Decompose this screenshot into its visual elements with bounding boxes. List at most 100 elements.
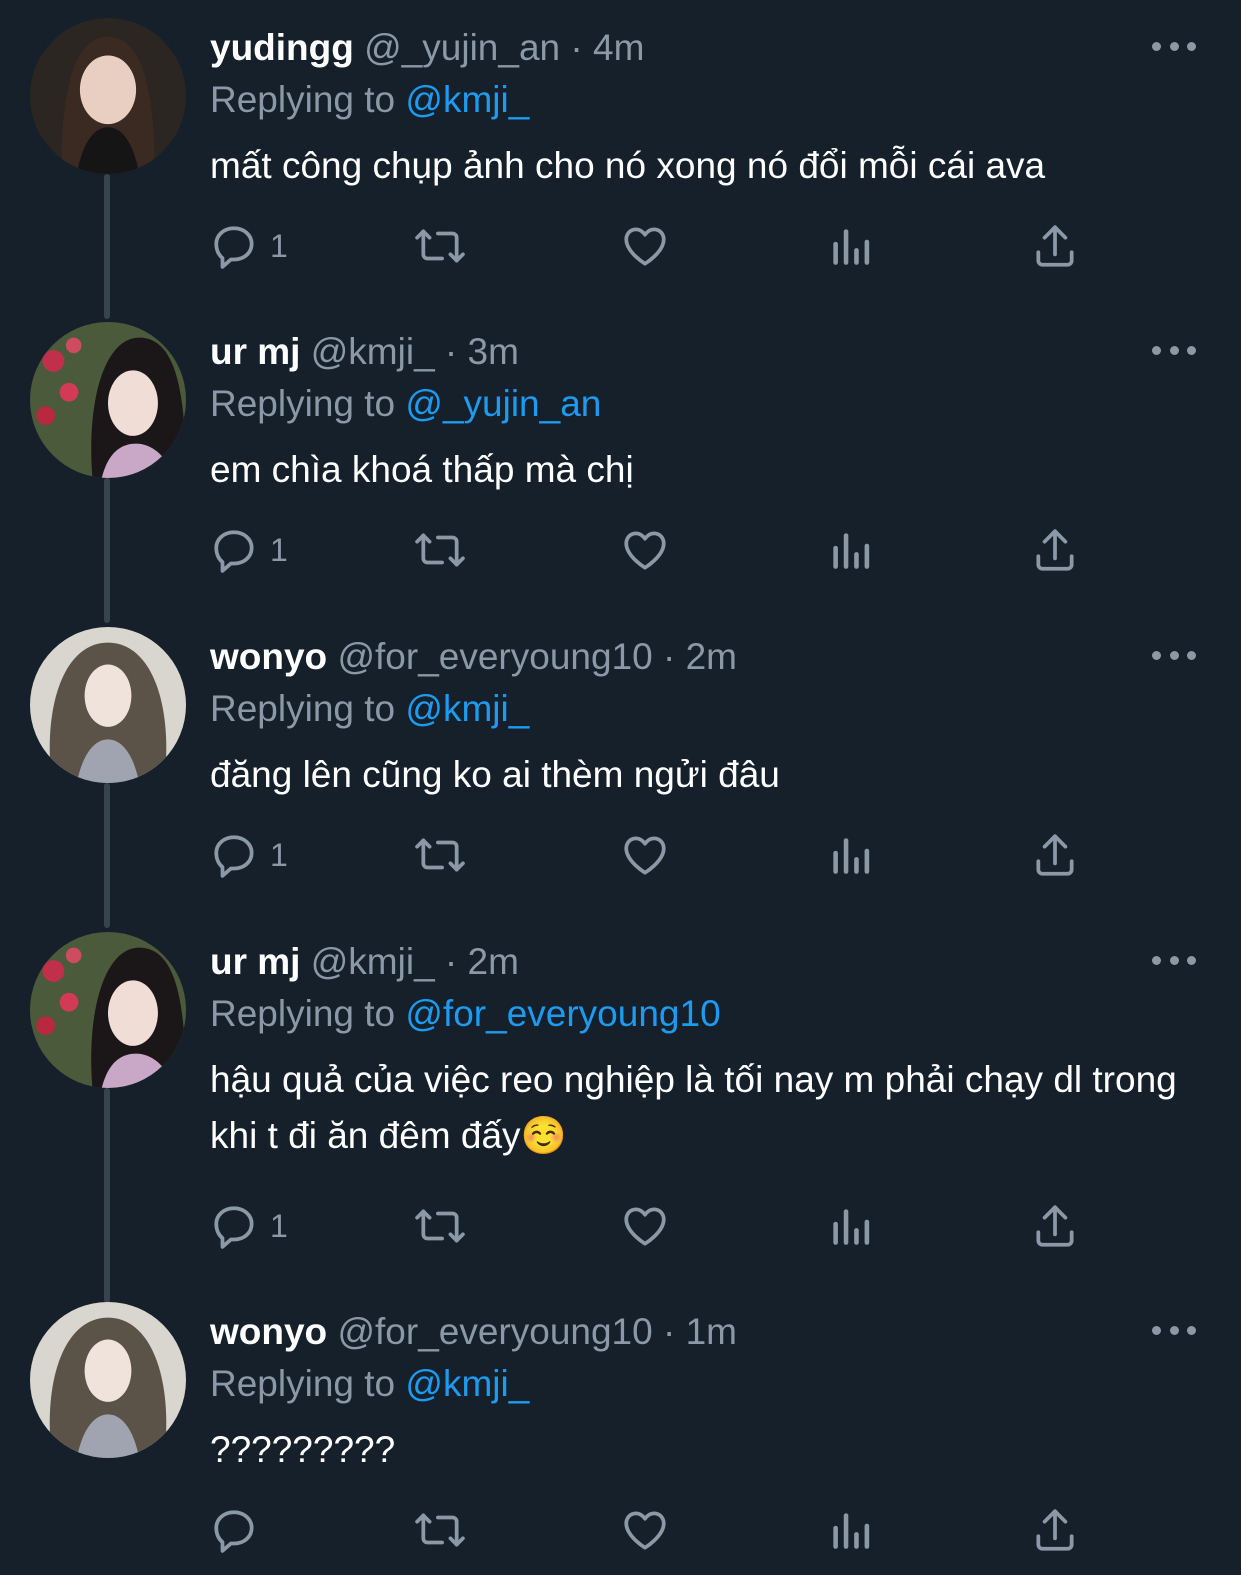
mention-link[interactable]: @kmji_ xyxy=(405,79,529,120)
replying-to: Replying to @kmji_ xyxy=(210,78,529,122)
reply-icon xyxy=(214,226,254,269)
views-button[interactable] xyxy=(825,524,875,576)
action-bar: 1 xyxy=(210,1200,1110,1252)
views-icon xyxy=(833,533,870,569)
like-button[interactable] xyxy=(620,829,670,881)
action-bar xyxy=(210,1504,1110,1556)
tweet-header: yudingg @_yujin_an · 4m xyxy=(210,26,644,70)
display-name[interactable]: wonyo xyxy=(210,1311,327,1352)
action-bar: 1 xyxy=(210,829,1110,881)
tweet-header: wonyo @for_everyoung10 · 1m xyxy=(210,1310,737,1354)
retweet-icon xyxy=(415,1209,465,1243)
retweet-button[interactable] xyxy=(410,1200,470,1252)
more-icon[interactable] xyxy=(1152,34,1196,58)
tweet[interactable]: wonyo @for_everyoung10 · 1m Replying to … xyxy=(0,1302,1241,1575)
avatar[interactable] xyxy=(30,627,186,783)
thread-line xyxy=(104,783,110,928)
views-button[interactable] xyxy=(825,220,875,272)
reply-count: 1 xyxy=(270,1207,288,1244)
replying-prefix: Replying to xyxy=(210,79,396,120)
heart-icon xyxy=(624,227,666,266)
mention-link[interactable]: @kmji_ xyxy=(405,1363,529,1404)
action-bar: 1 xyxy=(210,524,1110,576)
views-button[interactable] xyxy=(825,829,875,881)
share-button[interactable] xyxy=(1030,829,1080,881)
display-name[interactable]: ur mj xyxy=(210,941,300,982)
avatar[interactable] xyxy=(30,932,186,1088)
mention-link[interactable]: @_yujin_an xyxy=(405,383,601,424)
more-icon[interactable] xyxy=(1152,643,1196,667)
handle-and-time: @for_everyoung10 · 1m xyxy=(337,1311,737,1352)
retweet-button[interactable] xyxy=(410,524,470,576)
avatar-photo xyxy=(30,932,186,1088)
reply-button[interactable] xyxy=(210,1504,270,1556)
tweet[interactable]: ur mj @kmji_ · 3m Replying to @_yujin_an… xyxy=(0,322,1241,623)
thread-line xyxy=(104,174,110,319)
retweet-icon xyxy=(415,229,465,263)
reply-count: 1 xyxy=(270,531,288,568)
views-icon xyxy=(833,1209,870,1245)
reply-button[interactable]: 1 xyxy=(210,220,288,272)
replying-to: Replying to @kmji_ xyxy=(210,1362,529,1406)
replying-prefix: Replying to xyxy=(210,993,396,1034)
heart-icon xyxy=(624,1207,666,1246)
reply-icon xyxy=(214,835,254,878)
replying-prefix: Replying to xyxy=(210,688,396,729)
thread-line xyxy=(104,1088,110,1303)
tweet-header: wonyo @for_everyoung10 · 2m xyxy=(210,635,737,679)
views-icon xyxy=(833,838,870,874)
more-icon[interactable] xyxy=(1152,338,1196,362)
views-button[interactable] xyxy=(825,1504,875,1556)
heart-icon xyxy=(624,836,666,875)
share-button[interactable] xyxy=(1030,1504,1080,1556)
reply-count: 1 xyxy=(270,227,288,264)
avatar[interactable] xyxy=(30,322,186,478)
replying-to: Replying to @for_everyoung10 xyxy=(210,992,721,1036)
tweet-text: ????????? xyxy=(210,1429,396,1470)
tweet[interactable]: ur mj @kmji_ · 2m Replying to @for_every… xyxy=(0,932,1241,1303)
reply-icon xyxy=(214,1510,254,1553)
tweet[interactable]: wonyo @for_everyoung10 · 2m Replying to … xyxy=(0,627,1241,928)
share-button[interactable] xyxy=(1030,1200,1080,1252)
views-icon xyxy=(833,1513,870,1549)
reply-button[interactable]: 1 xyxy=(210,829,288,881)
avatar[interactable] xyxy=(30,1302,186,1458)
display-name[interactable]: wonyo xyxy=(210,636,327,677)
share-icon xyxy=(1036,834,1074,876)
reply-icon xyxy=(214,1206,254,1249)
more-icon[interactable] xyxy=(1152,948,1196,972)
retweet-button[interactable] xyxy=(410,1504,470,1556)
reply-button[interactable]: 1 xyxy=(210,524,288,576)
more-icon[interactable] xyxy=(1152,1318,1196,1342)
display-name[interactable]: ur mj xyxy=(210,331,300,372)
reply-count: 1 xyxy=(270,836,288,873)
handle-and-time: @kmji_ · 2m xyxy=(310,941,519,982)
retweet-icon xyxy=(415,838,465,872)
mention-link[interactable]: @kmji_ xyxy=(405,688,529,729)
retweet-icon xyxy=(415,533,465,567)
replying-prefix: Replying to xyxy=(210,383,396,424)
retweet-button[interactable] xyxy=(410,220,470,272)
like-button[interactable] xyxy=(620,220,670,272)
reply-button[interactable]: 1 xyxy=(210,1200,288,1252)
like-button[interactable] xyxy=(620,524,670,576)
retweet-button[interactable] xyxy=(410,829,470,881)
share-button[interactable] xyxy=(1030,220,1080,272)
retweet-icon xyxy=(415,1513,465,1547)
like-button[interactable] xyxy=(620,1200,670,1252)
avatar-photo xyxy=(30,627,186,783)
replying-prefix: Replying to xyxy=(210,1363,396,1404)
avatar[interactable] xyxy=(30,18,186,174)
share-icon xyxy=(1036,1205,1074,1247)
tweet-text: mất công chụp ảnh cho nó xong nó đổi mỗi… xyxy=(210,145,1046,186)
avatar-photo xyxy=(30,322,186,478)
share-button[interactable] xyxy=(1030,524,1080,576)
like-button[interactable] xyxy=(620,1504,670,1556)
views-button[interactable] xyxy=(825,1200,875,1252)
reply-icon xyxy=(214,530,254,573)
display-name[interactable]: yudingg xyxy=(210,27,354,68)
handle-and-time: @_yujin_an · 4m xyxy=(364,27,645,68)
avatar-photo xyxy=(30,18,186,174)
tweet[interactable]: yudingg @_yujin_an · 4m Replying to @kmj… xyxy=(0,18,1241,319)
mention-link[interactable]: @for_everyoung10 xyxy=(405,993,720,1034)
